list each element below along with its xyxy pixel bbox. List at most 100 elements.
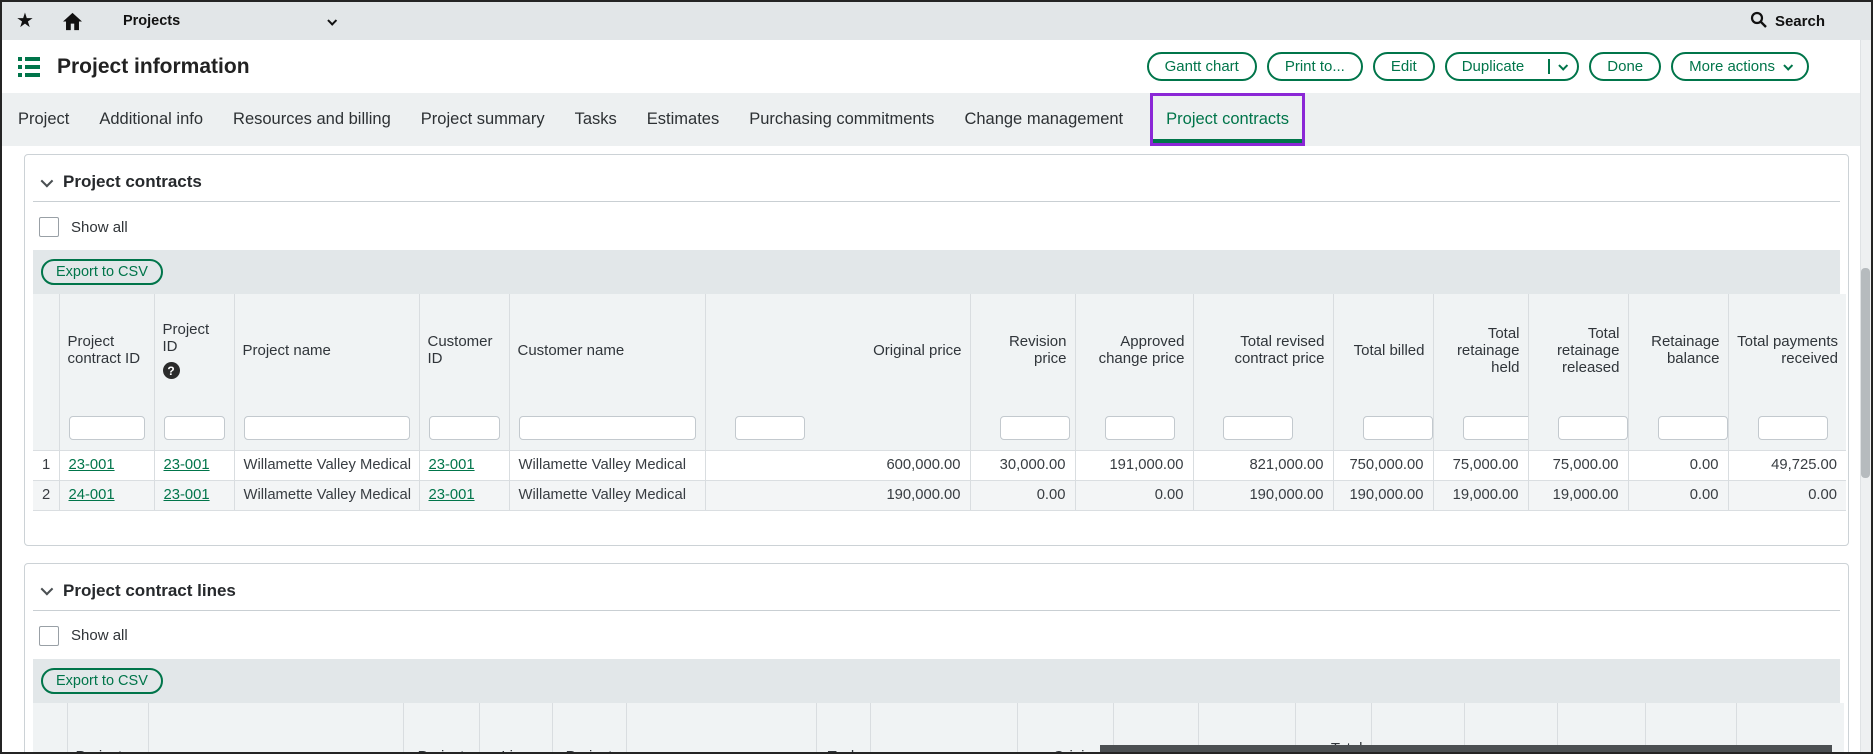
duplicate-split-button: Duplicate <box>1445 52 1580 81</box>
search-icon <box>1750 11 1767 32</box>
column-header-original: Original <box>1017 703 1113 754</box>
help-icon[interactable] <box>163 362 180 379</box>
column-header-blank <box>870 703 1017 754</box>
page-header: Project information Gantt chart Print to… <box>2 40 1871 93</box>
filter-input-retainage-balance[interactable] <box>1658 416 1728 440</box>
search-button[interactable]: Search <box>1750 11 1825 32</box>
filter-input-customer-id[interactable] <box>429 416 500 440</box>
home-icon[interactable] <box>62 12 83 31</box>
filter-input-revision-price[interactable] <box>1000 416 1070 440</box>
tab-purchasing-commitments[interactable]: Purchasing commitments <box>734 93 949 146</box>
vertical-scrollbar-track <box>1860 40 1871 752</box>
customer-id-link[interactable]: 23-001 <box>429 487 475 503</box>
export-to-csv-button[interactable]: Export to CSV <box>41 668 163 694</box>
project-name-cell: Willamette Valley Medical <box>234 480 419 510</box>
horizontal-scrollbar-thumb[interactable] <box>1100 745 1832 752</box>
favorites-star-icon[interactable]: ★ <box>16 11 34 31</box>
total-retainage-held-cell: 75,000.00 <box>1433 450 1528 480</box>
duplicate-menu-button[interactable] <box>1548 59 1577 74</box>
filter-input-approved-change-price[interactable] <box>1105 416 1175 440</box>
table-row: 1 23-001 23-001 Willamette Valley Medica… <box>33 450 1846 480</box>
column-header-blank <box>148 703 403 754</box>
retainage-balance-cell: 0.00 <box>1628 480 1728 510</box>
tab-project[interactable]: Project <box>3 93 84 146</box>
row-number-header <box>33 294 59 406</box>
customer-name-cell: Willamette Valley Medical <box>509 480 705 510</box>
project-contracts-section: Project contracts Show all Export to CSV <box>24 154 1849 546</box>
tab-estimates[interactable]: Estimates <box>632 93 734 146</box>
project-id-link[interactable]: 23-001 <box>164 457 210 473</box>
column-header-total-retainage-released: Total retainage released <box>1528 294 1628 406</box>
tab-project-contracts[interactable]: Project contracts <box>1153 96 1302 143</box>
filter-input-project-name[interactable] <box>244 416 410 440</box>
edit-button[interactable]: Edit <box>1373 52 1435 81</box>
gantt-chart-button[interactable]: Gantt chart <box>1147 52 1257 81</box>
show-all-label: Show all <box>71 219 128 236</box>
project-contracts-section-header[interactable]: Project contracts <box>33 161 1840 202</box>
show-all-control: Show all <box>39 217 1834 237</box>
print-to-button[interactable]: Print to... <box>1267 52 1363 81</box>
filter-input-total-retainage-held[interactable] <box>1463 416 1529 440</box>
column-header-task: Task <box>816 703 870 754</box>
duplicate-button[interactable]: Duplicate <box>1447 54 1540 79</box>
filter-input-original-price[interactable] <box>735 416 805 440</box>
show-all-checkbox[interactable] <box>39 626 59 646</box>
column-header-customer-id: Customer ID <box>419 294 509 406</box>
show-all-label: Show all <box>71 627 128 644</box>
original-price-cell: 600,000.00 <box>705 450 970 480</box>
tab-additional-info[interactable]: Additional info <box>84 93 218 146</box>
column-header-project-id: Project ID <box>154 294 234 406</box>
column-header-total-billed: Total billed <box>1333 294 1433 406</box>
column-header-project-2: Project <box>552 703 626 754</box>
tab-tasks[interactable]: Tasks <box>560 93 632 146</box>
contract-lines-grid: Export to CSV Project <box>33 659 1840 754</box>
show-all-checkbox[interactable] <box>39 217 59 237</box>
filter-input-total-billed[interactable] <box>1363 416 1433 440</box>
column-header-line: Line <box>479 703 552 754</box>
total-retainage-released-cell: 75,000.00 <box>1528 450 1628 480</box>
project-id-link[interactable]: 23-001 <box>164 487 210 503</box>
more-actions-button[interactable]: More actions <box>1671 52 1809 81</box>
application-dropdown[interactable]: Projects <box>123 13 335 29</box>
filter-input-project-id[interactable] <box>164 416 225 440</box>
customer-id-link[interactable]: 23-001 <box>429 457 475 473</box>
search-label: Search <box>1775 13 1825 30</box>
row-number: 2 <box>33 480 59 510</box>
retainage-balance-cell: 0.00 <box>1628 450 1728 480</box>
project-contract-lines-section: Project contract lines Show all Export t… <box>24 563 1849 754</box>
project-contract-id-link[interactable]: 23-001 <box>69 457 115 473</box>
contracts-grid: Export to CSV Project contract ID <box>33 250 1840 511</box>
grid-toolbar: Export to CSV <box>33 250 1840 294</box>
filter-input-project-contract-id[interactable] <box>69 416 145 440</box>
original-price-cell: 190,000.00 <box>705 480 970 510</box>
collapse-chevron-icon <box>41 174 54 187</box>
header-actions: Gantt chart Print to... Edit Duplicate D… <box>1147 52 1809 81</box>
section-title: Project contracts <box>63 172 202 192</box>
filter-input-total-revised-contract-price[interactable] <box>1223 416 1293 440</box>
filter-input-total-retainage-released[interactable] <box>1558 416 1628 440</box>
column-header-original-price: Original price <box>705 294 970 406</box>
total-billed-cell: 750,000.00 <box>1333 450 1433 480</box>
total-revised-contract-price-cell: 190,000.00 <box>1193 480 1333 510</box>
filter-input-customer-name[interactable] <box>519 416 696 440</box>
vertical-scrollbar-thumb[interactable] <box>1861 268 1870 478</box>
column-header-total-payments-received: Total payments received <box>1728 294 1846 406</box>
export-to-csv-button[interactable]: Export to CSV <box>41 259 163 285</box>
chevron-down-icon <box>1783 61 1793 71</box>
done-button[interactable]: Done <box>1589 52 1661 81</box>
tab-project-summary[interactable]: Project summary <box>406 93 560 146</box>
project-contract-lines-section-header[interactable]: Project contract lines <box>33 570 1840 611</box>
record-list-icon[interactable] <box>18 57 42 77</box>
column-header-total-revised-contract-price: Total revised contract price <box>1193 294 1333 406</box>
tab-resources-and-billing[interactable]: Resources and billing <box>218 93 406 146</box>
section-title: Project contract lines <box>63 581 236 601</box>
app-window: ★ Projects Search Project information Ga… <box>0 0 1873 754</box>
page-content: Project contracts Show all Export to CSV <box>2 154 1871 754</box>
column-header-revision-price: Revision price <box>970 294 1075 406</box>
annotation-highlight-box: Project contracts <box>1150 93 1305 146</box>
project-contract-id-link[interactable]: 24-001 <box>69 487 115 503</box>
tab-change-management[interactable]: Change management <box>949 93 1138 146</box>
total-payments-received-cell: 0.00 <box>1728 480 1846 510</box>
filter-input-total-payments-received[interactable] <box>1758 416 1828 440</box>
column-header-project-contract: Project <box>67 703 148 754</box>
